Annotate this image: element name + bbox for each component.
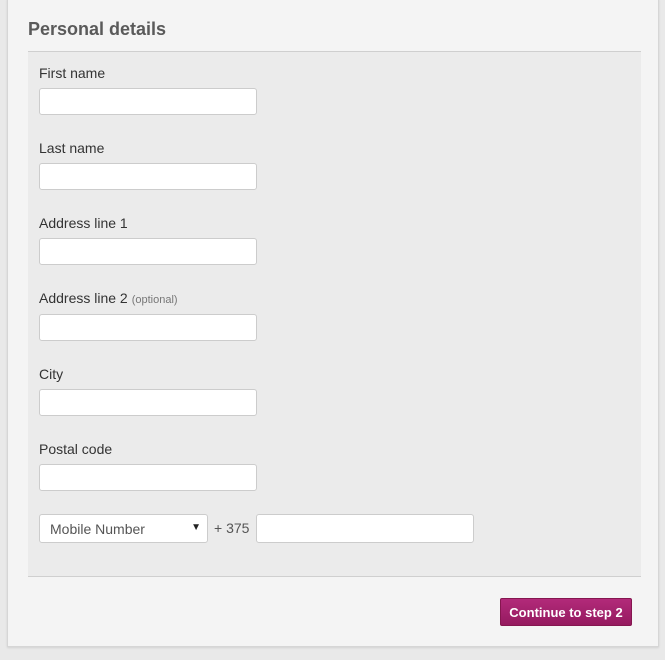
phone-type-value: Mobile Number xyxy=(50,521,145,537)
address-line-1-input[interactable] xyxy=(39,238,257,265)
address-line-2-label-text: Address line 2 xyxy=(39,290,128,306)
postal-code-label: Postal code xyxy=(39,441,113,457)
dropdown-arrow-icon: ▼ xyxy=(191,522,201,533)
phone-number-input[interactable] xyxy=(256,514,474,543)
last-name-label: Last name xyxy=(39,140,105,156)
city-label: City xyxy=(39,366,64,382)
address-line-1-label: Address line 1 xyxy=(39,215,128,231)
personal-details-panel: Personal details First name Last name Ad… xyxy=(7,0,659,647)
city-input[interactable] xyxy=(39,389,257,416)
first-name-input[interactable] xyxy=(39,88,257,115)
form-area: First name Last name Address line 1 Addr… xyxy=(28,51,641,577)
continue-button[interactable]: Continue to step 2 xyxy=(500,598,632,626)
postal-code-input[interactable] xyxy=(39,464,257,491)
first-name-label: First name xyxy=(39,65,106,81)
phone-type-select[interactable]: Mobile Number ▼ xyxy=(39,514,208,543)
optional-hint: (optional) xyxy=(131,294,178,306)
country-code-prefix: + 375 xyxy=(214,520,250,536)
address-line-2-input[interactable] xyxy=(39,314,257,341)
section-title: Personal details xyxy=(28,19,167,39)
address-line-2-label: Address line 2 (optional) xyxy=(39,290,178,306)
last-name-input[interactable] xyxy=(39,163,257,190)
